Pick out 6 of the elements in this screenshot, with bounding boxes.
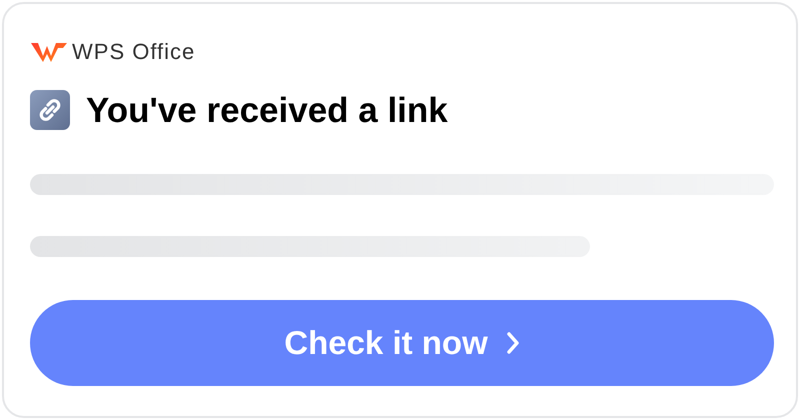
brand-name: WPS Office	[72, 41, 196, 63]
logo-icon	[30, 41, 68, 63]
check-now-button[interactable]: Check it now	[30, 300, 774, 386]
title: You've received a link	[86, 92, 448, 128]
link-icon	[30, 90, 70, 130]
chevron-right-icon	[506, 331, 520, 355]
